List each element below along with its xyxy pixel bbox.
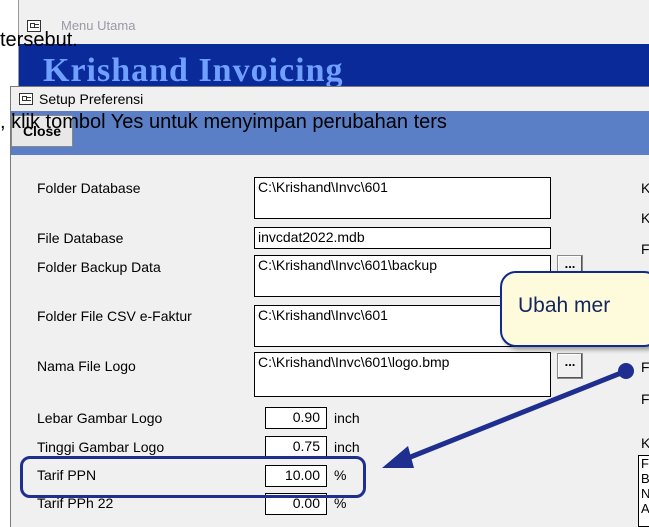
callout-text: Ubah mer	[518, 294, 611, 317]
callout-bubble: Ubah mer	[500, 271, 649, 347]
annotation-arrow-icon	[382, 363, 634, 468]
